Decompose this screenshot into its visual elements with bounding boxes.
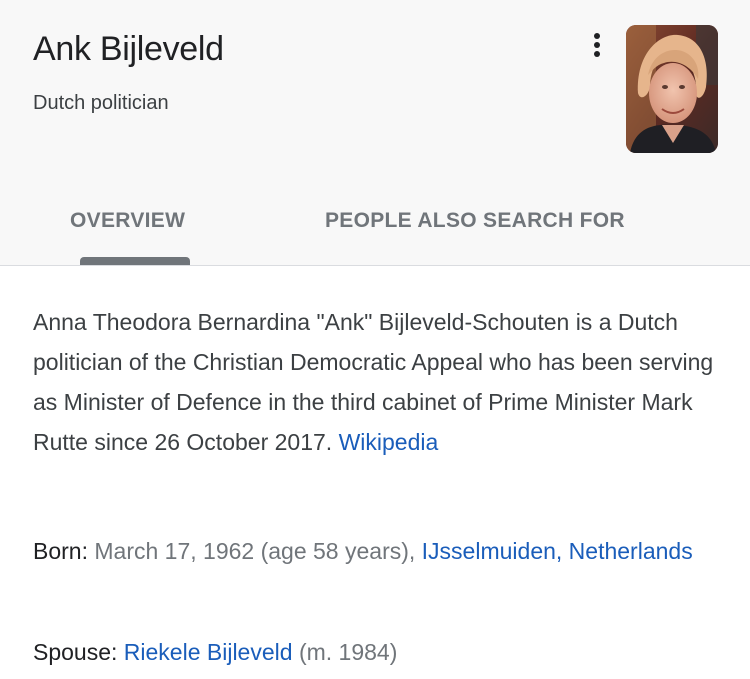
fact-born: Born: March 17, 1962 (age 58 years), IJs… — [33, 533, 723, 570]
entity-description: Anna Theodora Bernardina "Ank" Bijleveld… — [33, 302, 723, 462]
born-value: March 17, 1962 (age 58 years), — [94, 538, 416, 564]
tab-selected-indicator — [80, 257, 190, 265]
spouse-label: Spouse: — [33, 639, 118, 665]
portrait-image — [626, 25, 718, 153]
tab-overview[interactable]: OVERVIEW — [70, 207, 185, 235]
panel-header: Ank Bijleveld Dutch politician OVERVIEW … — [0, 0, 750, 266]
born-place-link[interactable]: IJsselmuiden, Netherlands — [422, 538, 693, 564]
knowledge-panel: Ank Bijleveld Dutch politician OVERVIEW … — [0, 0, 750, 679]
more-vertical-icon — [594, 33, 600, 57]
more-options-button[interactable] — [582, 30, 612, 60]
wikipedia-link[interactable]: Wikipedia — [339, 429, 439, 455]
fact-spouse: Spouse: Riekele Bijleveld (m. 1984) — [33, 634, 723, 671]
entity-title: Ank Bijleveld — [33, 30, 224, 68]
tab-people-also-search-for[interactable]: PEOPLE ALSO SEARCH FOR — [325, 207, 625, 235]
entity-photo[interactable] — [626, 25, 718, 153]
spouse-name-link[interactable]: Riekele Bijleveld — [124, 639, 293, 665]
entity-subtitle: Dutch politician — [33, 92, 169, 114]
born-label: Born: — [33, 538, 88, 564]
spouse-detail: (m. 1984) — [298, 639, 398, 665]
